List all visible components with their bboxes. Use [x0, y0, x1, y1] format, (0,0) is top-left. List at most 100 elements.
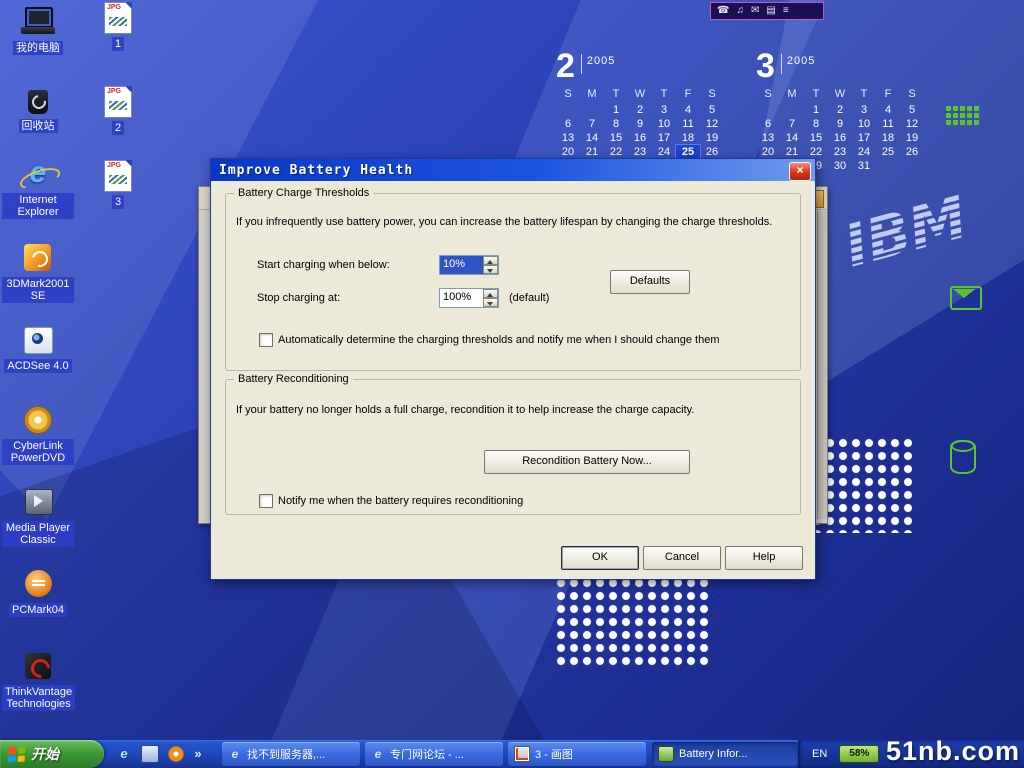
wallpaper-calendar-month-2: 2 2005 SMTWTFS 1234567891011121314151617…	[556, 50, 724, 159]
calendar-title: 3 2005	[756, 50, 924, 84]
desktop-icon-my-computer[interactable]: 我的电脑	[2, 6, 74, 56]
calendar-day: 7	[780, 117, 804, 131]
calendar-day: 16	[828, 131, 852, 145]
calendar-day-header: T	[804, 88, 828, 103]
taskbar-item-battery-information[interactable]: Battery Infor...	[652, 742, 798, 766]
stop-threshold-value[interactable]: 100%	[440, 289, 483, 307]
help-button[interactable]: Help	[725, 546, 803, 570]
taskbar-item-paint[interactable]: 3 - 画图	[508, 742, 646, 766]
calendar-day: 14	[580, 131, 604, 145]
task-label: 3 - 画图	[535, 746, 573, 762]
icon-label: 我的电脑	[13, 41, 63, 55]
mail-icon[interactable]: ✉	[751, 4, 759, 18]
chevron-icon[interactable]: »	[193, 746, 203, 762]
calendar-day-header: S	[556, 88, 580, 103]
battery-indicator[interactable]: 58%	[839, 745, 879, 763]
keypad-icon	[946, 106, 983, 135]
music-icon[interactable]: ♫	[736, 4, 744, 18]
calendar-day: 21	[780, 145, 804, 159]
calendar-day: 5	[900, 103, 924, 117]
calendar-day: 8	[804, 117, 828, 131]
desktop-icon-powerdvd[interactable]: CyberLink PowerDVD	[2, 404, 74, 466]
calendar-day: 5	[700, 103, 724, 117]
icon-label: 2	[112, 121, 124, 135]
language-indicator[interactable]: EN	[812, 748, 827, 760]
desktop-icon-recycle-bin[interactable]: 回收站	[2, 84, 74, 134]
calendar-month-number: 2	[556, 50, 575, 82]
calendar-day: 11	[676, 117, 700, 131]
spin-up-icon[interactable]	[483, 289, 498, 298]
calendar-day: 12	[700, 117, 724, 131]
dialog-titlebar[interactable]: Improve Battery Health ×	[211, 159, 815, 181]
dialog-title: Improve Battery Health	[219, 163, 413, 178]
auto-determine-checkbox[interactable]	[259, 333, 273, 347]
calendar-day-header: S	[700, 88, 724, 103]
battery-icon	[658, 746, 674, 762]
desktop-icon-jpg-3[interactable]: JPG 3	[82, 160, 154, 210]
icon-label: 3DMark2001 SE	[2, 277, 74, 303]
calendar-day: 2	[828, 103, 852, 117]
desktop-icon-pcmark04[interactable]: PCMark04	[2, 568, 74, 618]
calendar-day: 22	[804, 145, 828, 159]
ok-button[interactable]: OK	[561, 546, 639, 570]
calendar-day-headers: SMTWTFS	[556, 88, 724, 103]
calendar-day: 15	[804, 131, 828, 145]
calendar-empty-cell	[556, 103, 580, 117]
list-icon[interactable]: ≡	[783, 4, 789, 18]
defaults-button[interactable]: Defaults	[610, 270, 690, 294]
taskbar-item-server-not-found[interactable]: e 找不到服务器,...	[222, 742, 360, 766]
calendar-day: 16	[628, 131, 652, 145]
calendar-day: 7	[580, 117, 604, 131]
desktop-icon-internet-explorer[interactable]: e Internet Explorer	[2, 158, 74, 220]
calendar-day: 26	[700, 145, 724, 159]
desktop-icon-acdsee[interactable]: ACDSee 4.0	[2, 324, 74, 374]
calendar-day: 25	[676, 145, 700, 159]
calendar-divider	[781, 54, 782, 74]
spinner-arrows	[483, 289, 498, 307]
calendar-empty-cell	[900, 159, 924, 173]
recondition-battery-button[interactable]: Recondition Battery Now...	[484, 450, 690, 474]
media-quicklaunch-icon[interactable]	[168, 746, 184, 762]
start-threshold-value[interactable]: 10%	[440, 256, 483, 274]
icon-label: 3	[112, 195, 124, 209]
desktop-icon-jpg-1[interactable]: JPG 1	[82, 2, 154, 52]
phone-icon[interactable]: ☎	[717, 4, 729, 18]
desktop-icon-media-player-classic[interactable]: Media Player Classic	[2, 486, 74, 548]
media-player-classic-icon	[21, 486, 55, 518]
battery-charge-thresholds-group: Battery Charge Thresholds If you infrequ…	[225, 193, 801, 371]
calendar-day-headers: SMTWTFS	[756, 88, 924, 103]
start-threshold-spinner[interactable]: 10%	[439, 255, 499, 275]
close-button[interactable]: ×	[789, 162, 811, 181]
desktop-icon-jpg-2[interactable]: JPG 2	[82, 86, 154, 136]
notify-reconditioning-checkbox[interactable]	[259, 494, 273, 508]
desktop-icon-thinkvantage[interactable]: ThinkVantage Technologies	[2, 650, 74, 712]
calendar-day: 13	[756, 131, 780, 145]
recycle-bin-icon	[21, 84, 55, 116]
calendar-title: 2 2005	[556, 50, 724, 84]
spin-down-icon[interactable]	[483, 265, 498, 274]
quick-launch-bar: e »	[110, 740, 209, 768]
calendar-year: 2005	[787, 55, 815, 67]
show-desktop-icon[interactable]	[141, 745, 159, 763]
calendar-day: 9	[828, 117, 852, 131]
task-label: 专门网论坛 - ...	[390, 746, 464, 762]
battery-reconditioning-group: Battery Reconditioning If your battery n…	[225, 379, 801, 515]
ie-quicklaunch-icon[interactable]: e	[116, 746, 132, 762]
calendar-day: 17	[852, 131, 876, 145]
taskbar-item-forum[interactable]: e 专门网论坛 - ...	[365, 742, 503, 766]
jpg-file-icon: JPG	[104, 86, 132, 118]
cancel-button[interactable]: Cancel	[643, 546, 721, 570]
stop-threshold-spinner[interactable]: 100%	[439, 288, 499, 308]
calendar-day: 6	[756, 117, 780, 131]
calendar-day: 2	[628, 103, 652, 117]
background-window-scrollbar[interactable]	[817, 211, 827, 519]
desktop-icon-3dmark2001[interactable]: 3DMark2001 SE	[2, 242, 74, 304]
calendar-day-header: T	[852, 88, 876, 103]
grid-icon[interactable]: ▤	[766, 4, 775, 18]
spin-down-icon[interactable]	[483, 298, 498, 307]
jpg-badge: JPG	[107, 4, 121, 11]
start-charging-label: Start charging when below:	[257, 259, 390, 271]
calendar-day-header: S	[900, 88, 924, 103]
spin-up-icon[interactable]	[483, 256, 498, 265]
start-button[interactable]: 开始	[0, 740, 104, 768]
